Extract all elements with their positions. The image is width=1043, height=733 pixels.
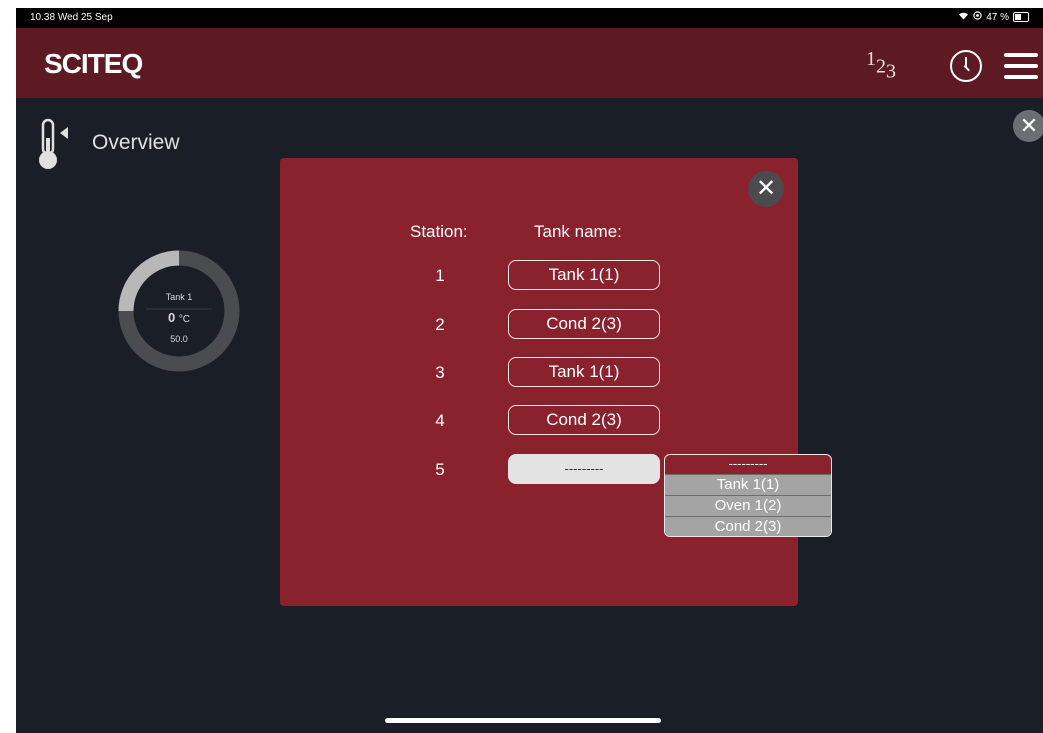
hamburger-menu-icon[interactable] [1004, 53, 1038, 79]
dropdown-selected[interactable]: --------- [665, 455, 831, 474]
status-time: 10.38 Wed 25 Sep [30, 12, 113, 23]
station-number: 1 [435, 266, 445, 285]
tank-select-button-active[interactable]: --------- [508, 454, 660, 484]
clock-icon[interactable] [950, 50, 982, 82]
station-number: 5 [435, 460, 445, 479]
station-number: 4 [435, 411, 445, 430]
tank-select-button[interactable]: Cond 2(3) [508, 309, 660, 339]
overview-title: Overview [92, 131, 180, 154]
station-number: 3 [435, 363, 445, 382]
station-column-header: Station: [410, 222, 468, 241]
gauge-temperature: 0 °C [116, 310, 242, 325]
status-indicators: 47 % [958, 11, 1029, 23]
station-number: 2 [435, 315, 445, 334]
app-header: SCITEQ 123 [16, 28, 1043, 98]
dropdown-option[interactable]: Tank 1(1) [665, 474, 831, 495]
numbers-icon-1: 1 [866, 48, 876, 70]
battery-icon [1013, 12, 1029, 22]
gauge-setpoint: 50.0 [170, 334, 188, 344]
tank-dropdown: --------- Tank 1(1) Oven 1(2) Cond 2(3) [664, 454, 832, 537]
status-clock: 10.38 [30, 12, 56, 23]
numbers-icon-3: 3 [886, 60, 896, 83]
status-bar: 10.38 Wed 25 Sep 47 % [16, 8, 1043, 28]
modal-close-button[interactable]: ✕ [748, 171, 784, 207]
home-indicator[interactable] [385, 718, 661, 723]
location-icon [973, 11, 982, 23]
app-screen: 10.38 Wed 25 Sep 47 % SCITEQ 123 Overvie… [16, 8, 1043, 733]
tank-assignment-modal: ✕ Station: Tank name: 1 Tank 1(1) 2 Cond… [280, 158, 832, 606]
tank-select-button[interactable]: Tank 1(1) [508, 260, 660, 290]
gauge-value: 0 [167, 310, 176, 325]
battery-percent: 47 % [986, 11, 1009, 23]
status-date: Wed 25 Sep [57, 12, 113, 23]
tank-select-button[interactable]: Tank 1(1) [508, 357, 660, 387]
dropdown-option[interactable]: Cond 2(3) [665, 516, 831, 536]
tank-name-column-header: Tank name: [534, 222, 622, 241]
background-close-button[interactable]: ✕ [1013, 110, 1043, 142]
dropdown-option[interactable]: Oven 1(2) [665, 495, 831, 516]
tank-gauge[interactable]: Tank 1 0 °C 50.0 [116, 248, 242, 374]
thermometer-icon [38, 118, 72, 172]
tank-select-button[interactable]: Cond 2(3) [508, 405, 660, 435]
gauge-tank-name: Tank 1 [165, 292, 193, 302]
numbers-icon[interactable]: 123 [866, 48, 896, 84]
gauge-unit: °C [178, 314, 191, 325]
wifi-icon [958, 11, 969, 23]
sciteq-logo: SCITEQ [44, 48, 143, 79]
numbers-icon-2: 2 [876, 55, 886, 78]
